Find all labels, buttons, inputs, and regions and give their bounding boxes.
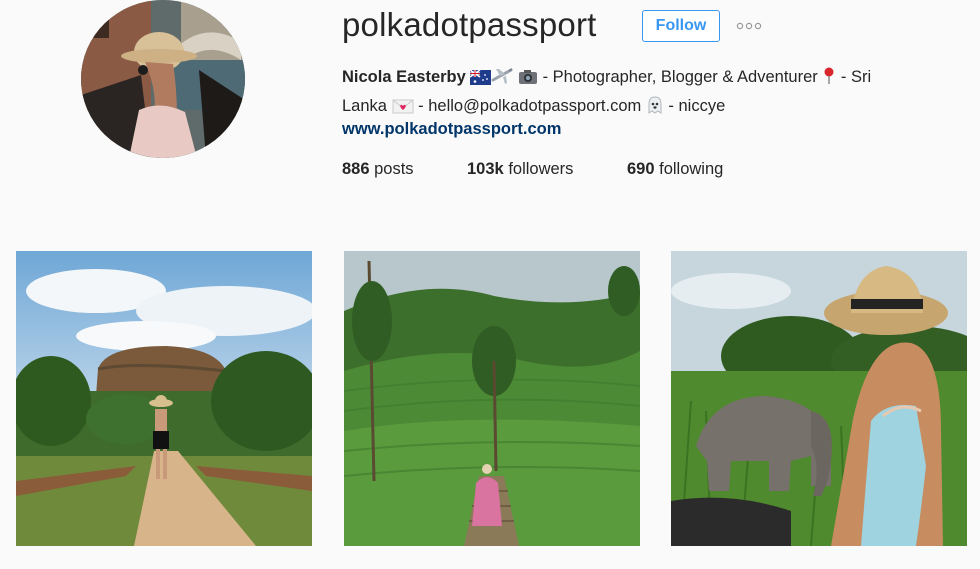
post-thumbnail-1[interactable]	[16, 251, 312, 546]
profile-bio: Nicola Easterby - Photographer, Blogger …	[342, 64, 942, 122]
post-thumbnail-2[interactable]	[344, 251, 640, 546]
camera-icon	[518, 67, 538, 93]
following-link[interactable]: 690 following	[627, 160, 723, 179]
followers-number: 103k	[467, 160, 504, 178]
pin-icon	[822, 67, 836, 93]
love-letter-icon	[392, 96, 414, 122]
posts-number: 886	[342, 160, 370, 178]
bio-text: - niccye	[663, 97, 726, 115]
airplane-icon	[491, 67, 513, 93]
post-thumbnail-3[interactable]	[671, 251, 967, 546]
bio-text: - Sri	[836, 68, 872, 86]
more-options-icon[interactable]	[736, 18, 762, 34]
followers-label: followers	[508, 160, 574, 178]
posts-label: posts	[374, 160, 414, 178]
bio-email: - hello@polkadotpassport.com	[413, 97, 646, 115]
website-link[interactable]: www.polkadotpassport.com	[342, 120, 561, 139]
australia-flag-icon	[469, 67, 492, 93]
follow-button[interactable]: Follow	[642, 10, 720, 42]
bio-text: - Photographer, Blogger & Adventurer	[538, 68, 823, 86]
profile-avatar[interactable]	[81, 0, 245, 158]
bio-text: Lanka	[342, 97, 392, 115]
ghost-icon	[646, 96, 664, 122]
followers-link[interactable]: 103k followers	[467, 160, 573, 179]
posts-count: 886 posts	[342, 160, 414, 179]
following-number: 690	[627, 160, 655, 178]
profile-username: polkadotpassport	[342, 6, 597, 43]
following-label: following	[659, 160, 724, 178]
profile-full-name: Nicola Easterby	[342, 68, 466, 86]
